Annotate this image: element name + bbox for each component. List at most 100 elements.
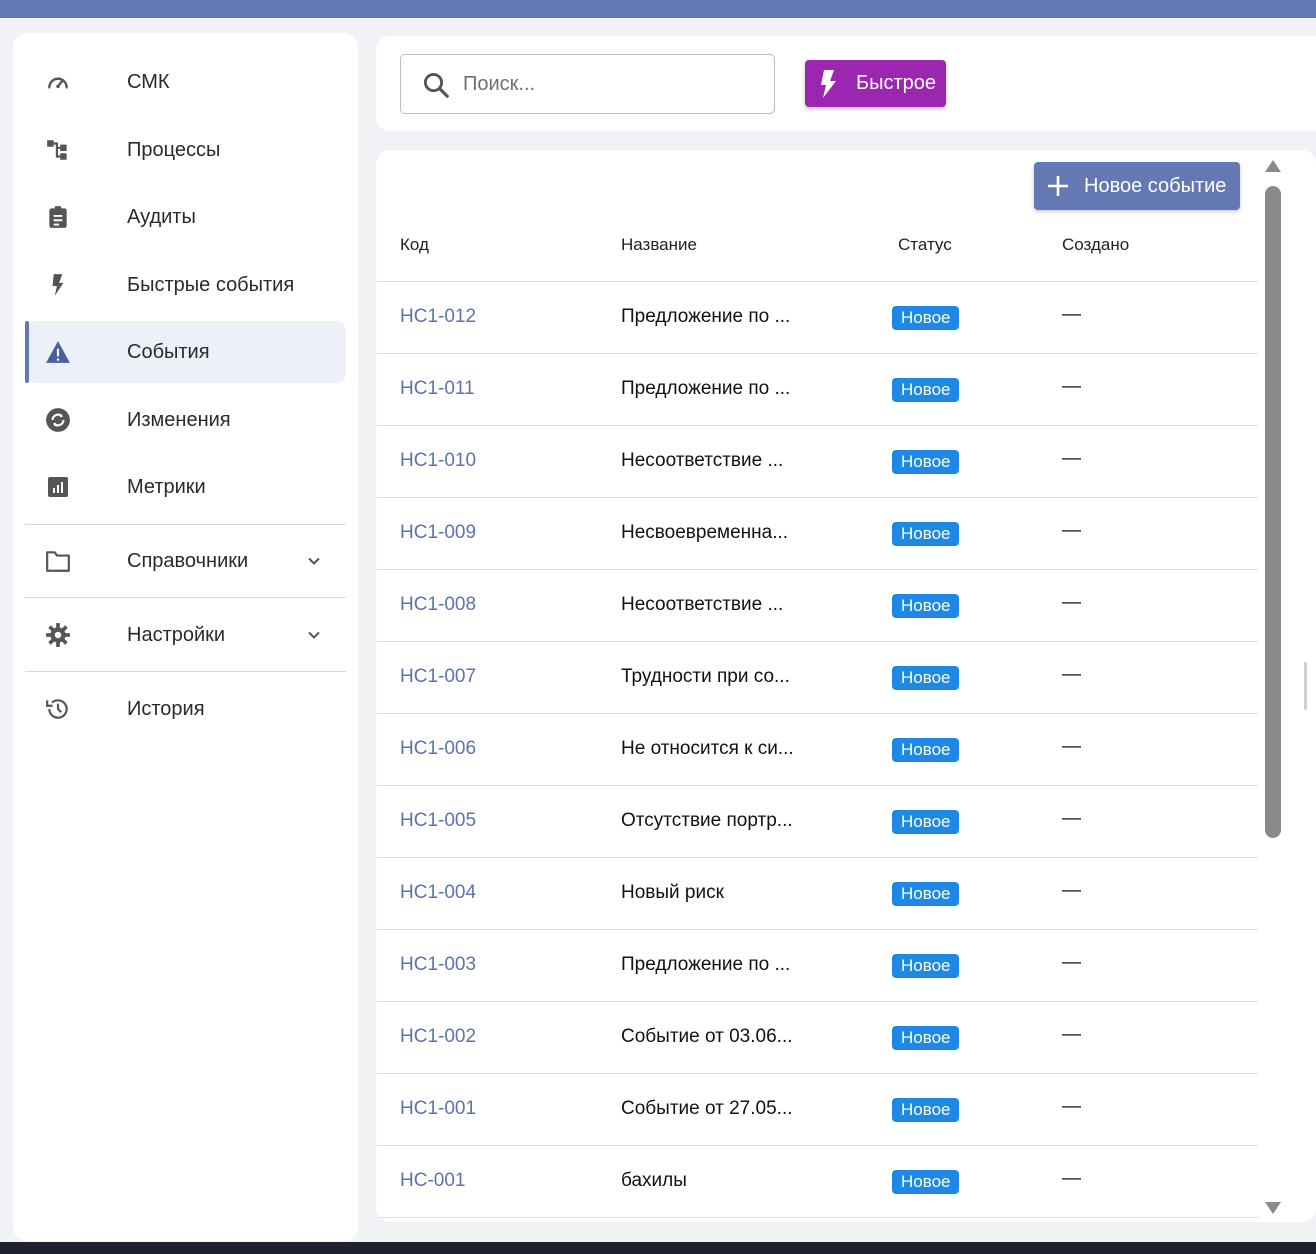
table-row[interactable]: НС1-002 Событие от 03.06... Новое — (376, 1002, 1258, 1074)
sidebar-item-label: Быстрые события (127, 273, 295, 296)
created-value: — (1062, 1024, 1081, 1045)
sidebar-item-changes[interactable]: Изменения (25, 389, 346, 451)
scroll-down-arrow-icon[interactable] (1264, 1200, 1282, 1216)
column-header-created[interactable]: Создано (1062, 235, 1129, 255)
process-tree-icon (45, 137, 71, 163)
table-row[interactable]: НС1-012 Предложение по ... Новое — (376, 282, 1258, 354)
new-event-label: Новое событие (1084, 175, 1227, 197)
sidebar-item-processes[interactable]: Процессы (25, 119, 346, 181)
chevron-down-icon[interactable] (304, 551, 324, 571)
event-code-link[interactable]: НС1-002 (400, 1026, 476, 1048)
sidebar-item-metrics[interactable]: Метрики (25, 456, 346, 518)
event-name: Несоответствие ... (621, 450, 784, 471)
event-name: Несвоевременна... (621, 522, 789, 543)
sidebar: СМК Процессы Аудиты Быстрые события Собы… (13, 33, 358, 1241)
created-value: — (1062, 1168, 1081, 1189)
table-row[interactable]: НС1-007 Трудности при со... Новое — (376, 642, 1258, 714)
lightning-icon (45, 272, 71, 298)
column-header-code[interactable]: Код (400, 235, 429, 255)
window-edge-handle (1304, 662, 1307, 710)
table-row[interactable]: НС1-010 Несоответствие ... Новое — (376, 426, 1258, 498)
table-row[interactable]: НС1-008 Несоответствие ... Новое — (376, 570, 1258, 642)
sidebar-item-history[interactable]: История (25, 678, 346, 740)
event-name: Новый риск (621, 882, 724, 903)
speedometer-icon (45, 69, 71, 95)
events-panel: Новое событие Код Название Статус Создан… (376, 150, 1316, 1222)
created-value: — (1062, 952, 1081, 973)
chevron-down-icon[interactable] (304, 625, 324, 645)
event-code-link[interactable]: НС1-006 (400, 738, 476, 760)
table-row[interactable]: НС1-004 Новый риск Новое — (376, 858, 1258, 930)
event-name: Предложение по ... (621, 306, 791, 327)
event-code-link[interactable]: НС1-008 (400, 594, 476, 616)
sidebar-item-label: История (127, 697, 205, 720)
event-code-link[interactable]: НС1-003 (400, 954, 476, 976)
status-badge: Новое (892, 450, 960, 474)
status-badge: Новое (892, 738, 960, 762)
sidebar-item-label: Аудиты (127, 205, 196, 228)
scrollbar-thumb[interactable] (1265, 186, 1281, 838)
search-box[interactable] (400, 54, 775, 114)
sidebar-divider (25, 597, 346, 598)
sidebar-item-directories[interactable]: Справочники (25, 530, 346, 592)
table-row[interactable]: НС1-009 Несвоевременна... Новое — (376, 498, 1258, 570)
quick-event-label: Быстрое (856, 72, 937, 94)
table-row[interactable]: НС1-011 Предложение по ... Новое — (376, 354, 1258, 426)
event-code-link[interactable]: НС1-009 (400, 522, 476, 544)
created-value: — (1062, 448, 1081, 469)
created-value: — (1062, 1096, 1081, 1117)
event-name: Событие от 03.06... (621, 1026, 793, 1047)
created-value: — (1062, 808, 1081, 829)
status-badge: Новое (892, 1170, 960, 1194)
sidebar-item-quick-events[interactable]: Быстрые события (25, 254, 346, 316)
event-code-link[interactable]: НС1-007 (400, 666, 476, 688)
event-name: Трудности при со... (621, 666, 790, 687)
event-name: Отсутствие портр... (621, 810, 793, 831)
status-badge: Новое (892, 666, 960, 690)
table-row[interactable]: НС1-005 Отсутствие портр... Новое — (376, 786, 1258, 858)
sidebar-item-events[interactable]: События (25, 321, 346, 383)
table-row[interactable]: НС-001 бахилы Новое — (376, 1146, 1258, 1218)
column-header-status[interactable]: Статус (898, 235, 952, 255)
taskbar-strip (0, 1242, 1316, 1254)
sidebar-item-label: События (127, 340, 210, 363)
quick-event-button[interactable]: Быстрое (805, 60, 946, 107)
status-badge: Новое (892, 378, 960, 402)
event-code-link[interactable]: НС1-004 (400, 882, 476, 904)
event-name: Не относится к си... (621, 738, 794, 759)
status-badge: Новое (892, 1026, 960, 1050)
event-code-link[interactable]: НС-001 (400, 1170, 465, 1192)
event-code-link[interactable]: НС1-011 (400, 378, 475, 400)
sidebar-item-smk[interactable]: СМК (25, 51, 346, 113)
gear-icon (45, 622, 71, 648)
sidebar-item-audits[interactable]: Аудиты (25, 186, 346, 248)
created-value: — (1062, 520, 1081, 541)
event-name: бахилы (621, 1170, 687, 1191)
scroll-up-arrow-icon[interactable] (1264, 158, 1282, 174)
lightning-icon (821, 70, 836, 98)
created-value: — (1062, 304, 1081, 325)
status-badge: Новое (892, 306, 960, 330)
table-row[interactable]: НС1-006 Не относится к си... Новое — (376, 714, 1258, 786)
status-badge: Новое (892, 1098, 960, 1122)
search-icon (423, 72, 449, 98)
bar-chart-icon (45, 474, 71, 500)
created-value: — (1062, 592, 1081, 613)
event-code-link[interactable]: НС1-012 (400, 306, 476, 328)
table-row[interactable]: НС1-003 Предложение по ... Новое — (376, 930, 1258, 1002)
event-code-link[interactable]: НС1-001 (400, 1098, 476, 1120)
status-badge: Новое (892, 954, 960, 978)
search-input[interactable] (463, 67, 763, 101)
event-code-link[interactable]: НС1-005 (400, 810, 476, 832)
created-value: — (1062, 880, 1081, 901)
sidebar-item-label: Изменения (127, 408, 231, 431)
new-event-button[interactable]: Новое событие (1034, 162, 1240, 210)
column-header-name[interactable]: Название (621, 235, 697, 255)
table-row[interactable]: НС1-001 Событие от 27.05... Новое — (376, 1074, 1258, 1146)
sidebar-divider (25, 671, 346, 672)
sidebar-item-label: Настройки (127, 623, 226, 646)
event-code-link[interactable]: НС1-010 (400, 450, 476, 472)
clipboard-icon (45, 204, 71, 230)
sidebar-item-label: Справочники (127, 549, 249, 572)
sidebar-item-settings[interactable]: Настройки (25, 604, 346, 666)
